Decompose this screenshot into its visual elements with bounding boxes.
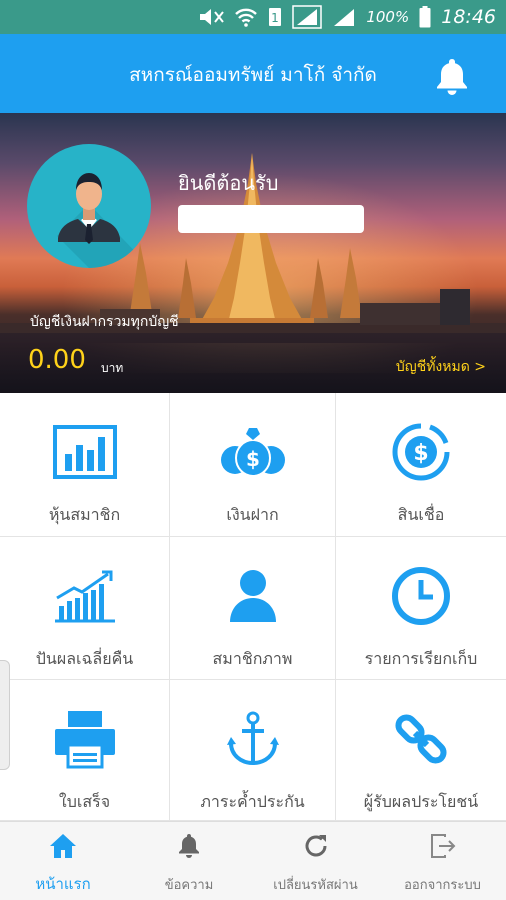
mute-icon bbox=[198, 8, 225, 26]
nav-label: เปลี่ยนรหัสผ่าน bbox=[273, 878, 358, 893]
menu-label: รายการเรียกเก็บ bbox=[364, 649, 478, 668]
nav-change-password[interactable]: เปลี่ยนรหัสผ่าน bbox=[252, 822, 379, 900]
menu-item-membership[interactable]: สมาชิกภาพ bbox=[170, 537, 336, 680]
svg-text:1: 1 bbox=[272, 11, 280, 25]
svg-text:$: $ bbox=[246, 447, 260, 471]
printer-icon bbox=[50, 708, 120, 770]
dollar-coin-icon: $ bbox=[386, 421, 456, 483]
battery-percent: 100% bbox=[366, 8, 410, 26]
app-header: สหกรณ์ออมทรัพย์ มาโก้ จำกัด bbox=[0, 34, 506, 113]
bottom-navigation: หน้าแรก ข้อความ เปลี่ยนรหัสผ่าน ออกจากระ… bbox=[0, 821, 506, 900]
status-bar: 1 100% 18:46 bbox=[0, 0, 506, 34]
menu-label: สินเชื่อ bbox=[397, 505, 445, 524]
battery-icon bbox=[419, 6, 431, 28]
svg-text:$: $ bbox=[413, 441, 428, 466]
menu-item-beneficiary[interactable]: ผู้รับผลประโยชน์ bbox=[336, 680, 506, 821]
signal-icon bbox=[332, 7, 356, 27]
welcome-banner: ยินดีต้อนรับ บัญชีเงินฝากรวมทุกบัญชี 0.0… bbox=[0, 113, 506, 393]
menu-label: ผู้รับผลประโยชน์ bbox=[363, 792, 479, 811]
account-total-label: บัญชีเงินฝากรวมทุกบัญชี bbox=[30, 314, 179, 330]
menu-item-loan[interactable]: $ สินเชื่อ bbox=[336, 393, 506, 537]
nav-logout[interactable]: ออกจากระบบ bbox=[379, 822, 506, 900]
menu-item-receipt[interactable]: ใบเสร็จ bbox=[0, 680, 170, 821]
nav-label: หน้าแรก bbox=[35, 875, 91, 893]
welcome-text: ยินดีต้อนรับ bbox=[178, 171, 279, 195]
menu-item-dividend[interactable]: ปันผลเฉลี่ยคืน bbox=[0, 537, 170, 680]
nav-messages[interactable]: ข้อความ bbox=[126, 822, 252, 900]
wifi-icon bbox=[234, 7, 258, 27]
anchor-icon bbox=[218, 708, 288, 770]
person-icon bbox=[218, 565, 288, 627]
menu-label: เงินฝาก bbox=[226, 505, 279, 524]
app-title: สหกรณ์ออมทรัพย์ มาโก้ จำกัด bbox=[129, 64, 377, 86]
refresh-icon bbox=[302, 832, 330, 860]
menu-label: ใบเสร็จ bbox=[58, 792, 111, 811]
menu-grid: หุ้นสมาชิก $ เงินฝาก $ สินเชื่อ ปันผลเฉล… bbox=[0, 393, 506, 821]
menu-item-guarantee[interactable]: ภาระค้ำประกัน bbox=[170, 680, 336, 821]
menu-label: หุ้นสมาชิก bbox=[48, 505, 121, 524]
nav-label: ข้อความ bbox=[164, 878, 214, 893]
balance-amount: 0.00 bbox=[28, 345, 86, 375]
bell-icon bbox=[175, 832, 203, 860]
menu-item-shares[interactable]: หุ้นสมาชิก bbox=[0, 393, 170, 537]
all-accounts-link[interactable]: บัญชีทั้งหมด > bbox=[396, 356, 486, 378]
bar-chart-icon bbox=[50, 421, 120, 483]
member-name-redacted bbox=[178, 205, 364, 233]
side-drawer-handle[interactable] bbox=[0, 660, 10, 770]
status-clock: 18:46 bbox=[441, 6, 496, 28]
menu-label: สมาชิกภาพ bbox=[212, 649, 293, 668]
money-bags-icon: $ bbox=[218, 421, 288, 483]
logout-icon bbox=[429, 832, 457, 860]
menu-item-deposit[interactable]: $ เงินฝาก bbox=[170, 393, 336, 537]
avatar[interactable] bbox=[27, 144, 151, 268]
currency-label: บาท bbox=[101, 361, 124, 375]
menu-label: ปันผลเฉลี่ยคืน bbox=[35, 649, 134, 668]
chain-link-icon bbox=[386, 708, 456, 770]
menu-label: ภาระค้ำประกัน bbox=[200, 792, 305, 811]
signal-icon bbox=[292, 5, 323, 29]
clock-icon bbox=[386, 565, 456, 627]
menu-item-billing[interactable]: รายการเรียกเก็บ bbox=[336, 537, 506, 680]
nav-label: ออกจากระบบ bbox=[404, 878, 481, 893]
bell-icon[interactable] bbox=[432, 56, 472, 96]
growth-chart-icon bbox=[50, 565, 120, 627]
home-icon bbox=[49, 832, 77, 860]
nav-home[interactable]: หน้าแรก bbox=[0, 822, 126, 900]
sim1-icon: 1 bbox=[268, 7, 282, 27]
